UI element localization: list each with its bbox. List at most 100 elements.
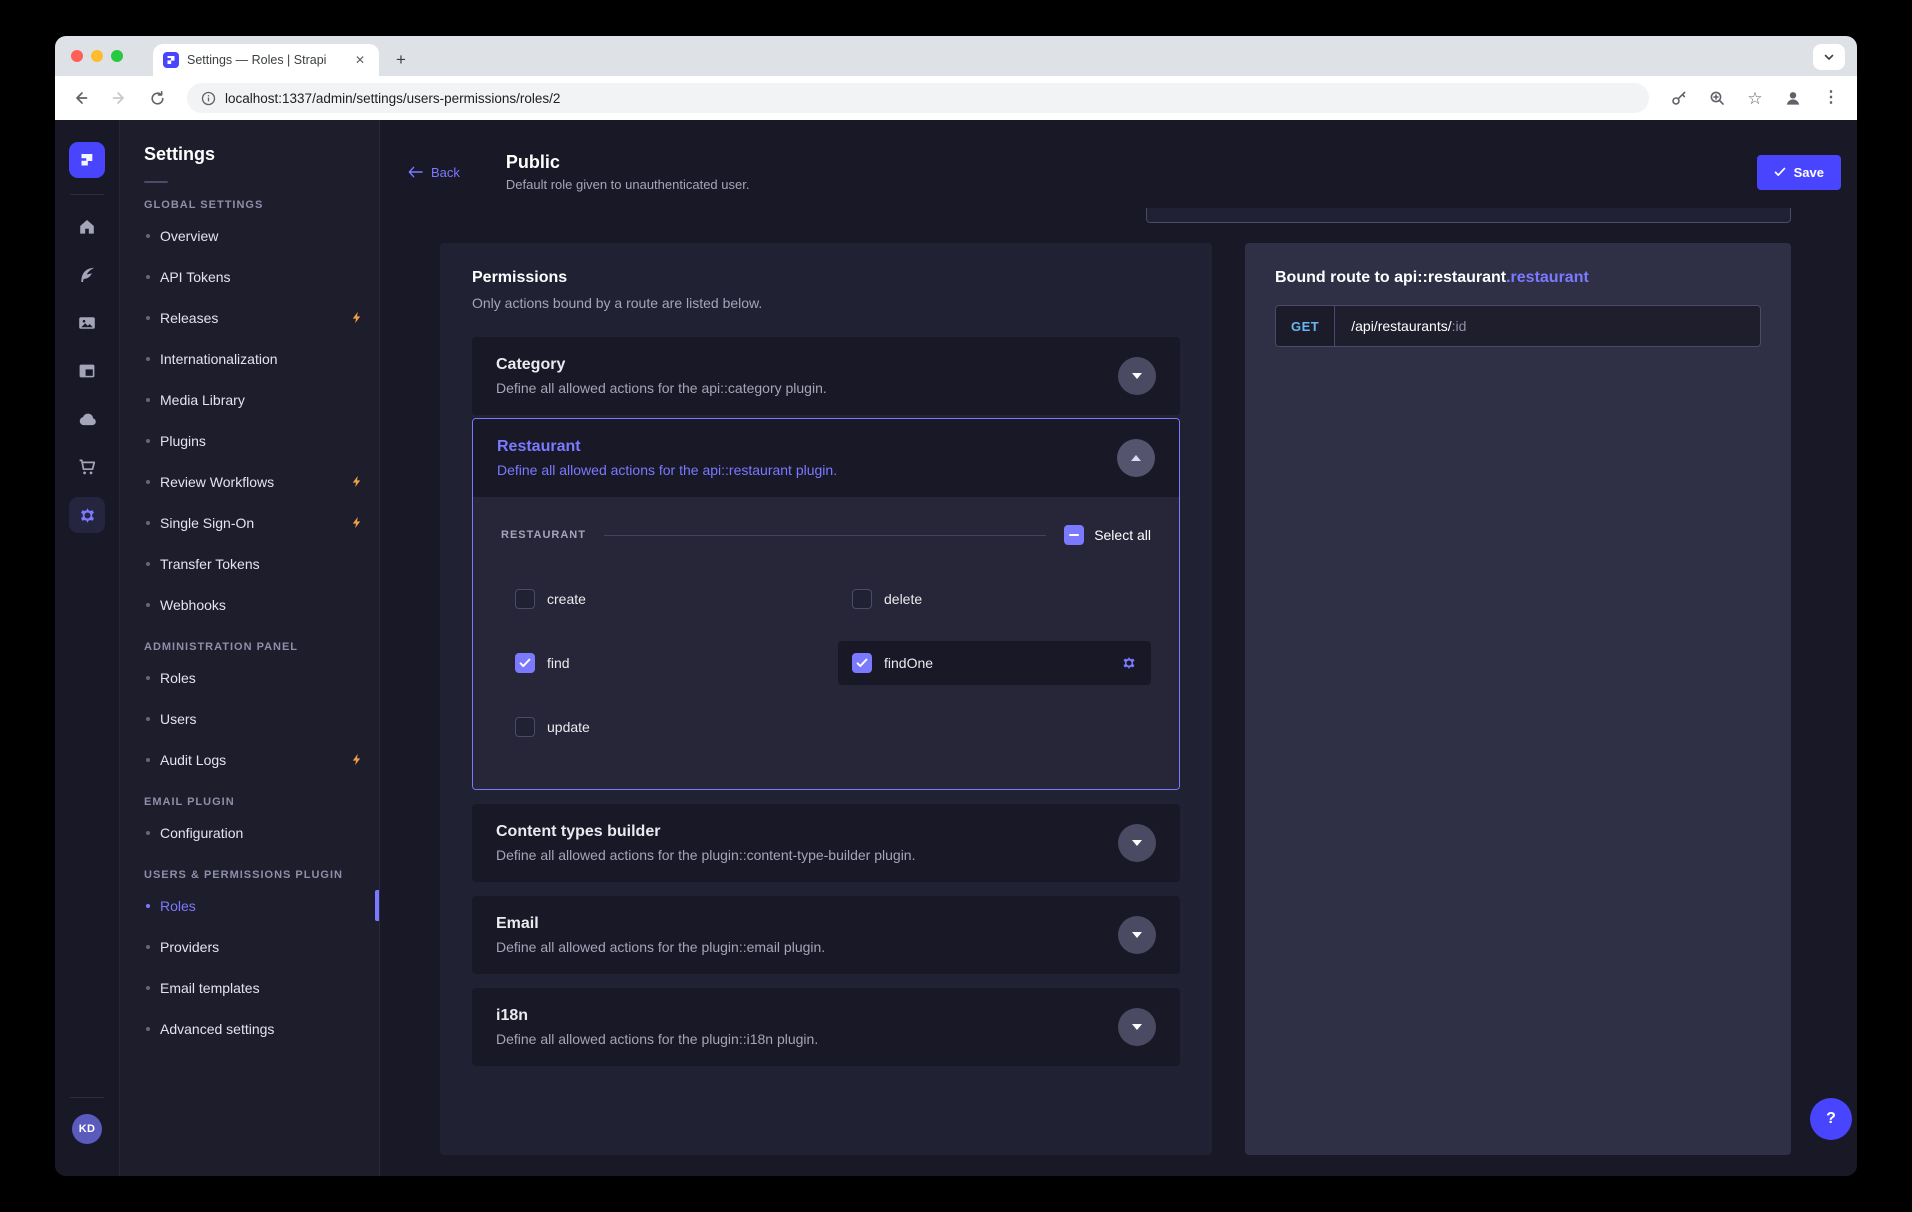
rail-divider [70, 194, 104, 195]
help-button[interactable]: ? [1810, 1098, 1852, 1140]
browser-menu-icon[interactable]: ⋮ [1817, 84, 1845, 112]
strapi-logo[interactable] [69, 142, 105, 178]
sidebar-item-label: Roles [160, 898, 196, 914]
settings-rail-item[interactable] [64, 491, 110, 539]
sidebar-item-configuration[interactable]: Configuration [120, 812, 379, 853]
bullet-icon [146, 603, 150, 607]
route-field[interactable]: GET /api/restaurants/:id [1275, 305, 1761, 347]
sidebar-item-internationalization[interactable]: Internationalization [120, 338, 379, 379]
accordion-restaurant-header[interactable]: Restaurant Define all allowed actions fo… [473, 419, 1179, 497]
forward-nav-icon[interactable] [105, 84, 133, 112]
url-bar[interactable]: localhost:1337/admin/settings/users-perm… [187, 83, 1649, 113]
tab-search-chevron-button[interactable] [1813, 44, 1845, 70]
bullet-icon [146, 904, 150, 908]
action-create[interactable]: create [501, 577, 814, 621]
sidebar-item-advanced-settings[interactable]: Advanced settings [120, 1008, 379, 1049]
sidebar-item-label: Internationalization [160, 351, 278, 367]
back-nav-icon[interactable] [67, 84, 95, 112]
findone-settings-gear-icon[interactable] [1121, 655, 1137, 671]
sidebar-item-label: Audit Logs [160, 752, 226, 768]
bound-route-title: Bound route to api::restaurant.restauran… [1275, 269, 1761, 287]
sidebar-item-single-sign-on[interactable]: Single Sign-On [120, 502, 379, 543]
save-button[interactable]: Save [1757, 155, 1841, 190]
accordion-i18n[interactable]: i18n Define all allowed actions for the … [472, 988, 1180, 1066]
bullet-icon [146, 1027, 150, 1031]
bookmark-star-icon[interactable]: ☆ [1741, 84, 1769, 112]
accordion-email[interactable]: Email Define all allowed actions for the… [472, 896, 1180, 974]
findone-checkbox[interactable] [852, 653, 872, 673]
close-window-button[interactable] [71, 50, 83, 62]
lightning-badge-icon [350, 475, 363, 488]
sidebar-item-admin-roles[interactable]: Roles [120, 657, 379, 698]
select-all-control[interactable]: Select all [1064, 525, 1151, 545]
cloud-deploy-icon[interactable] [64, 395, 110, 443]
update-checkbox[interactable] [515, 717, 535, 737]
tab-close-icon[interactable]: ✕ [351, 51, 369, 69]
check-icon [1774, 166, 1786, 178]
accordion-restaurant-card: Restaurant Define all allowed actions fo… [472, 418, 1180, 790]
action-findone[interactable]: findOne [838, 641, 1151, 685]
permissions-title: Permissions [472, 269, 1180, 287]
expand-toggle-button[interactable] [1118, 357, 1156, 395]
route-path-param: :id [1452, 318, 1467, 334]
sidebar-item-review-workflows[interactable]: Review Workflows [120, 461, 379, 502]
expand-toggle-button[interactable] [1118, 824, 1156, 862]
bullet-icon [146, 398, 150, 402]
sidebar-item-plugins[interactable]: Plugins [120, 420, 379, 461]
browser-tab[interactable]: Settings — Roles | Strapi ✕ [153, 44, 379, 76]
accordion-content-types-builder[interactable]: Content types builder Define all allowed… [472, 804, 1180, 882]
select-all-checkbox[interactable] [1064, 525, 1084, 545]
bullet-icon [146, 945, 150, 949]
home-icon[interactable] [64, 203, 110, 251]
action-update[interactable]: update [501, 705, 814, 749]
action-find[interactable]: find [501, 641, 814, 685]
accordion-title: Email [496, 915, 825, 933]
delete-checkbox[interactable] [852, 589, 872, 609]
expand-toggle-button[interactable] [1118, 916, 1156, 954]
reload-icon[interactable] [143, 84, 171, 112]
media-library-icon[interactable] [64, 299, 110, 347]
minimize-window-button[interactable] [91, 50, 103, 62]
action-delete[interactable]: delete [838, 577, 1151, 621]
passwords-key-icon[interactable] [1665, 84, 1693, 112]
nav-section-header: ADMINISTRATION PANEL [144, 641, 355, 653]
sidebar-item-api-tokens[interactable]: API Tokens [120, 256, 379, 297]
sidebar-item-up-roles[interactable]: Roles [120, 885, 379, 926]
collapse-toggle-button[interactable] [1117, 439, 1155, 477]
new-tab-button[interactable]: + [389, 48, 413, 72]
bullet-icon [146, 717, 150, 721]
route-title-accent: .restaurant [1506, 269, 1589, 286]
sidebar-item-users[interactable]: Users [120, 698, 379, 739]
back-link[interactable]: Back [408, 165, 460, 180]
sidebar-item-webhooks[interactable]: Webhooks [120, 584, 379, 625]
sidebar-item-releases[interactable]: Releases [120, 297, 379, 338]
profile-avatar-icon[interactable] [1779, 84, 1807, 112]
settings-gear-icon[interactable] [69, 497, 105, 533]
content-type-builder-icon[interactable] [64, 347, 110, 395]
page-title: Public [506, 152, 750, 173]
sidebar-item-overview[interactable]: Overview [120, 215, 379, 256]
user-avatar[interactable]: KD [72, 1114, 102, 1144]
sidebar-item-transfer-tokens[interactable]: Transfer Tokens [120, 543, 379, 584]
sidebar-item-label: Transfer Tokens [160, 556, 260, 572]
sidebar-item-providers[interactable]: Providers [120, 926, 379, 967]
sidebar-item-audit-logs[interactable]: Audit Logs [120, 739, 379, 780]
expand-toggle-button[interactable] [1118, 1008, 1156, 1046]
accordion-category[interactable]: Category Define all allowed actions for … [472, 337, 1180, 415]
create-checkbox[interactable] [515, 589, 535, 609]
route-path[interactable]: /api/restaurants/:id [1335, 306, 1760, 346]
sidebar-item-media-library[interactable]: Media Library [120, 379, 379, 420]
clipped-description-field[interactable] [1146, 208, 1791, 223]
site-info-icon[interactable] [201, 91, 216, 106]
zoom-page-icon[interactable] [1703, 84, 1731, 112]
marketplace-cart-icon[interactable] [64, 443, 110, 491]
find-checkbox[interactable] [515, 653, 535, 673]
fullscreen-window-button[interactable] [111, 50, 123, 62]
nav-section-header: GLOBAL SETTINGS [144, 199, 355, 211]
content-manager-feather-icon[interactable] [64, 251, 110, 299]
sidebar-item-email-templates[interactable]: Email templates [120, 967, 379, 1008]
action-label: update [547, 719, 590, 735]
check-icon [519, 657, 531, 669]
url-text: localhost:1337/admin/settings/users-perm… [225, 91, 560, 106]
sidebar-item-label: Advanced settings [160, 1021, 274, 1037]
